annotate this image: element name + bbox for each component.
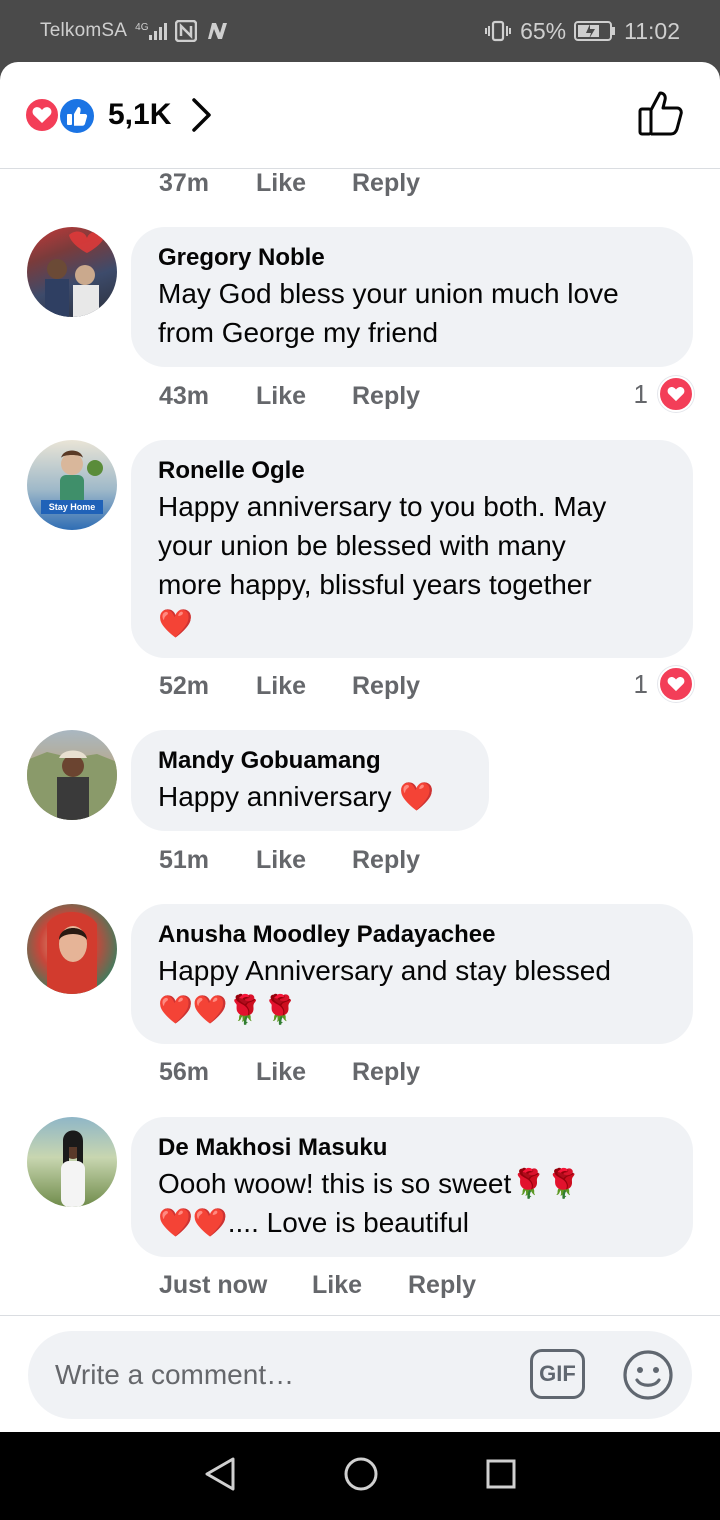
comment-bubble[interactable]: Anusha Moodley Padayachee Happy Annivers… bbox=[131, 904, 693, 1044]
comment-text-line: from George my friend bbox=[158, 317, 439, 348]
comment-reply-link[interactable]: Reply bbox=[352, 382, 420, 411]
heart-icon bbox=[658, 376, 694, 412]
comment-meta-row: Just now Like Reply bbox=[159, 1271, 476, 1300]
reaction-summary-icons bbox=[24, 95, 100, 135]
comment-like-link[interactable]: Like bbox=[256, 1058, 352, 1087]
comment-reply-link[interactable]: Reply bbox=[352, 169, 420, 198]
network-type: 4G bbox=[135, 22, 149, 33]
comment-text-line: Oooh woow! this is so sweet🌹🌹 bbox=[158, 1168, 581, 1199]
comment-text-line: more happy, blissful years together bbox=[158, 569, 592, 600]
status-bar: TelkomSA 4G 65% 11:02 bbox=[0, 0, 720, 62]
recents-icon[interactable] bbox=[485, 1458, 517, 1495]
status-right: 65% 11:02 bbox=[484, 18, 680, 45]
comment-text-line: Happy anniversary ❤️ bbox=[158, 781, 435, 812]
comment-author[interactable]: Ronelle Ogle bbox=[158, 455, 666, 487]
comment-time: 52m bbox=[159, 672, 210, 700]
comment-meta-row: 52m Like Reply bbox=[159, 672, 420, 701]
status-left: TelkomSA 4G bbox=[40, 20, 229, 42]
comment-emoji-line: ❤️ bbox=[158, 608, 193, 639]
home-icon[interactable] bbox=[343, 1456, 379, 1497]
comments-sheet: 5,1K 37m Like Reply Gregory Noble May Go… bbox=[0, 62, 720, 1432]
comment-meta-row: 56m Like Reply bbox=[159, 1058, 420, 1087]
chevron-right-icon[interactable] bbox=[191, 97, 213, 133]
comment-bubble[interactable]: Mandy Gobuamang Happy anniversary ❤️ bbox=[131, 730, 489, 831]
comment-list: 37m Like Reply Gregory Noble May God ble… bbox=[0, 169, 720, 1319]
comment-meta-row: 37m Like Reply bbox=[159, 169, 420, 198]
comment-reply-link[interactable]: Reply bbox=[408, 1271, 476, 1300]
reaction-total: 5,1K bbox=[108, 98, 172, 131]
comment-like-link[interactable]: Like bbox=[256, 846, 352, 875]
comment-time: Just now bbox=[159, 1271, 268, 1299]
comment-input[interactable]: Write a comment… bbox=[28, 1331, 692, 1419]
comment-meta-row: 51m Like Reply bbox=[159, 846, 420, 875]
comment-reply-link[interactable]: Reply bbox=[352, 672, 420, 701]
comment-composer: Write a comment… GIF bbox=[0, 1315, 720, 1432]
comment-reply-link[interactable]: Reply bbox=[352, 846, 420, 875]
comment-time: 56m bbox=[159, 1058, 210, 1086]
heart-icon bbox=[658, 666, 694, 702]
like-icon bbox=[58, 97, 96, 135]
comment-like-link[interactable]: Like bbox=[256, 169, 352, 198]
system-nav-bar bbox=[0, 1432, 720, 1520]
carrier-label: TelkomSA bbox=[40, 20, 128, 41]
comment-like-link[interactable]: Like bbox=[256, 672, 352, 701]
back-icon[interactable] bbox=[203, 1456, 237, 1497]
vibrate-icon bbox=[484, 20, 512, 42]
comment-reaction-count[interactable]: 1 bbox=[634, 666, 694, 702]
comment-time: 43m bbox=[159, 382, 210, 410]
comment-time: 37m bbox=[159, 169, 210, 197]
comment-text-line: your union be blessed with many bbox=[158, 530, 566, 561]
avatar-frame-label: Stay Home bbox=[41, 500, 103, 514]
avatar[interactable] bbox=[27, 1117, 117, 1207]
love-icon bbox=[24, 97, 60, 133]
avatar[interactable]: Stay Home bbox=[27, 440, 117, 530]
reaction-count-number: 1 bbox=[633, 668, 648, 699]
comment-author[interactable]: De Makhosi Masuku bbox=[158, 1132, 666, 1164]
comment-time: 51m bbox=[159, 846, 210, 874]
notification-n-icon bbox=[205, 21, 229, 41]
avatar[interactable] bbox=[27, 227, 117, 317]
avatar[interactable] bbox=[27, 904, 117, 994]
comment-text-line: May God bless your union much love bbox=[158, 278, 619, 309]
comment-reaction-count[interactable]: 1 bbox=[634, 376, 694, 412]
battery-percent: 65% bbox=[520, 17, 567, 44]
emoji-icon[interactable] bbox=[622, 1349, 674, 1406]
comment-meta-row: 43m Like Reply bbox=[159, 382, 420, 411]
comment-like-link[interactable]: Like bbox=[256, 382, 352, 411]
comment-text-line: Happy anniversary to you both. May bbox=[158, 491, 607, 522]
reactions-header[interactable]: 5,1K bbox=[0, 62, 720, 169]
comment-author[interactable]: Gregory Noble bbox=[158, 242, 666, 274]
like-outline-icon[interactable] bbox=[638, 90, 686, 141]
comment-bubble[interactable]: Gregory Noble May God bless your union m… bbox=[131, 227, 693, 367]
comment-author[interactable]: Anusha Moodley Padayachee bbox=[158, 919, 666, 951]
battery-icon bbox=[574, 20, 616, 42]
comment-like-link[interactable]: Like bbox=[312, 1271, 408, 1300]
avatar[interactable] bbox=[27, 730, 117, 820]
comment-text-line: ❤️❤️.... Love is beautiful bbox=[158, 1207, 469, 1238]
comment-author[interactable]: Mandy Gobuamang bbox=[158, 745, 462, 777]
clock: 11:02 bbox=[624, 17, 680, 44]
nfc-icon bbox=[175, 20, 198, 42]
comment-bubble[interactable]: De Makhosi Masuku Oooh woow! this is so … bbox=[131, 1117, 693, 1257]
comment-reply-link[interactable]: Reply bbox=[352, 1058, 420, 1087]
signal-icon: 4G bbox=[135, 22, 168, 40]
gif-button[interactable]: GIF bbox=[530, 1349, 585, 1399]
comment-input-placeholder: Write a comment… bbox=[55, 1359, 295, 1390]
comment-text-line: Happy Anniversary and stay blessed bbox=[158, 955, 611, 986]
gif-label: GIF bbox=[539, 1361, 576, 1386]
comment-emoji-line: ❤️❤️🌹🌹 bbox=[158, 994, 298, 1025]
reaction-count-number: 1 bbox=[633, 378, 648, 409]
comment-bubble[interactable]: Ronelle Ogle Happy anniversary to you bo… bbox=[131, 440, 693, 658]
